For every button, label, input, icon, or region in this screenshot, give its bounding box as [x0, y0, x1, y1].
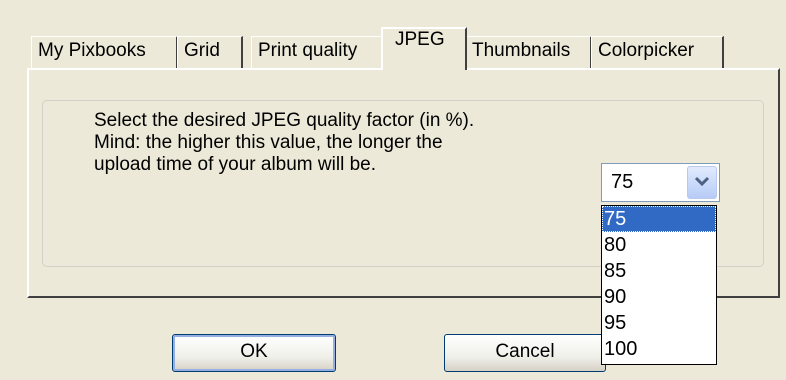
quality-option-75[interactable]: 75 — [602, 206, 716, 232]
jpeg-quality-description: Select the desired JPEG quality factor (… — [94, 110, 564, 176]
cancel-button[interactable]: Cancel — [444, 334, 606, 372]
ok-button[interactable]: OK — [172, 334, 336, 372]
jpeg-quality-options-list[interactable]: 75 80 85 90 95 100 — [601, 205, 717, 365]
jpeg-quality-value: 75 — [611, 171, 634, 193]
tab-thumbnails[interactable]: Thumbnails — [465, 36, 592, 68]
description-line: upload time of your album will be. — [94, 154, 376, 175]
description-line: Select the desired JPEG quality factor (… — [94, 110, 475, 131]
quality-option-90[interactable]: 90 — [602, 284, 716, 310]
quality-option-80[interactable]: 80 — [602, 232, 716, 258]
jpeg-quality-select[interactable]: 75 — [601, 163, 720, 202]
quality-option-85[interactable]: 85 — [602, 258, 716, 284]
dropdown-button[interactable] — [687, 166, 717, 199]
tab-jpeg[interactable]: JPEG — [381, 27, 467, 70]
quality-option-100[interactable]: 100 — [602, 336, 716, 362]
tab-print-quality[interactable]: Print quality — [251, 36, 384, 68]
tab-colorpicker[interactable]: Colorpicker — [591, 36, 724, 68]
tab-strip: My Pixbooks Grid Print quality Thumbnail… — [0, 0, 786, 78]
description-line: Mind: the higher this value, the longer … — [94, 132, 443, 153]
quality-option-95[interactable]: 95 — [602, 310, 716, 336]
chevron-down-icon — [694, 176, 710, 187]
tab-my-pixbooks[interactable]: My Pixbooks — [31, 36, 178, 68]
tab-grid[interactable]: Grid — [177, 36, 243, 68]
